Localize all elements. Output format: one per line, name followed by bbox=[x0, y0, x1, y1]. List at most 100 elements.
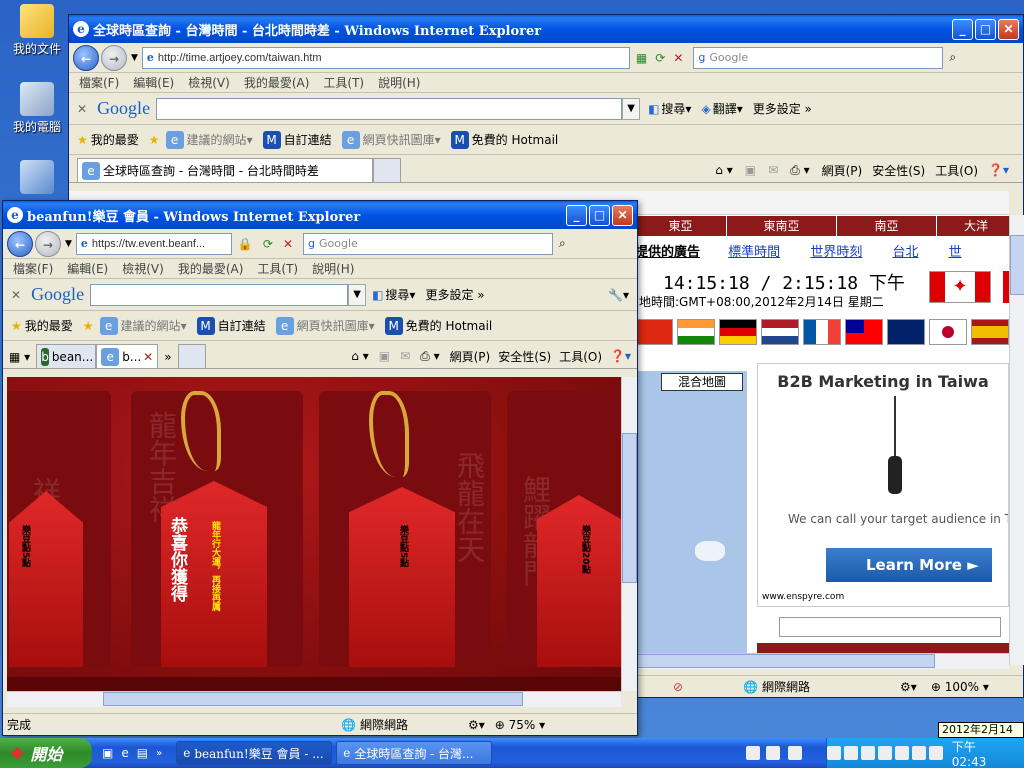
security-shield-icon[interactable] bbox=[894, 746, 909, 760]
help-tray-icon[interactable] bbox=[766, 746, 783, 763]
hybrid-map-button[interactable]: 混合地圖 bbox=[661, 373, 743, 391]
tray-icon-1[interactable] bbox=[826, 746, 841, 760]
menu-tools[interactable]: 工具(T) bbox=[323, 74, 364, 91]
zoom-control[interactable]: ⊕ 100% ▾ bbox=[931, 680, 989, 694]
fav-item-hotmail[interactable]: M 免費的 Hotmail bbox=[450, 130, 558, 149]
ad-url[interactable]: www.enspyre.com bbox=[762, 592, 844, 602]
taskbar-task-beanfun[interactable]: e beanfun!樂豆 會員 - ... bbox=[176, 741, 333, 765]
protected-mode-icon[interactable]: ⚙▾ bbox=[468, 718, 485, 732]
quicklaunch-more-icon[interactable]: » bbox=[156, 748, 162, 759]
menu-favorites[interactable]: 我的最愛(A) bbox=[178, 260, 244, 277]
start-button[interactable]: ❖ 開始 bbox=[0, 738, 92, 768]
close-tab-icon[interactable]: ✕ bbox=[143, 350, 153, 364]
google-dropdown-icon[interactable]: ▼ bbox=[348, 283, 367, 306]
ad-search-input[interactable] bbox=[779, 617, 1001, 637]
close-button[interactable]: ✕ bbox=[998, 18, 1019, 40]
refresh-icon[interactable]: ⟳ bbox=[263, 237, 273, 251]
tray-icon-2[interactable] bbox=[843, 746, 858, 760]
page-menu[interactable]: 網頁(P) bbox=[450, 348, 491, 365]
more-settings-button[interactable]: 更多設定 » bbox=[753, 100, 812, 117]
tab-world-time[interactable]: e 全球時區查詢 - 台灣時間 - 台北時間時差 bbox=[77, 158, 373, 182]
network-tray-icon[interactable] bbox=[911, 746, 926, 760]
vertical-scrollbar[interactable] bbox=[621, 377, 637, 691]
lock-icon[interactable]: 🔒 bbox=[238, 237, 253, 251]
new-tab-button[interactable] bbox=[373, 158, 401, 182]
print-icon[interactable]: ⎙ ▾ bbox=[420, 349, 439, 364]
google-search-button[interactable]: ◧ 搜尋 ▾ bbox=[648, 100, 691, 117]
menu-edit[interactable]: 編輯(E) bbox=[133, 74, 174, 91]
back-button[interactable]: ← bbox=[73, 44, 99, 71]
search-input[interactable]: g Google bbox=[303, 232, 553, 255]
link-world-clock[interactable]: 世界時刻 bbox=[810, 245, 862, 260]
fav-item-web-slice[interactable]: e 網頁快訊圖庫 ▾ bbox=[341, 130, 441, 149]
menu-view[interactable]: 檢視(V) bbox=[188, 74, 230, 91]
fav-item-hotmail[interactable]: M 免費的 Hotmail bbox=[384, 316, 492, 335]
blocked-icon[interactable]: ⊘ bbox=[673, 680, 683, 694]
menu-file[interactable]: 檔案(F) bbox=[79, 74, 119, 91]
language-tray-icon[interactable] bbox=[788, 746, 805, 763]
horizontal-scrollbar[interactable] bbox=[7, 691, 621, 707]
map-area[interactable]: 混合地圖 bbox=[635, 371, 747, 661]
taskbar-task-worldtime[interactable]: e 全球時區查詢 - 台灣... bbox=[336, 741, 493, 765]
ads-label[interactable]: 提供的廣告 bbox=[635, 245, 700, 260]
maximize-button[interactable]: □ bbox=[589, 204, 610, 226]
safety-menu[interactable]: 安全性(S) bbox=[872, 162, 925, 179]
desktop-icon-my-documents[interactable]: 我的文件 bbox=[2, 4, 72, 57]
close-toolbar-icon[interactable]: ✕ bbox=[11, 288, 21, 302]
horizontal-scrollbar[interactable] bbox=[635, 653, 1009, 669]
link-standard-time[interactable]: 標準時間 bbox=[728, 245, 780, 260]
link-more[interactable]: 世 bbox=[949, 245, 962, 260]
tray-icon-7[interactable] bbox=[928, 746, 943, 760]
lucky-card-3[interactable]: 飛龍在天 樂豆點5點 bbox=[319, 391, 491, 667]
forward-button[interactable]: → bbox=[35, 230, 61, 257]
mail-icon[interactable]: ✉ bbox=[768, 163, 778, 177]
home-icon[interactable]: ⌂ ▾ bbox=[351, 349, 368, 363]
title-bar[interactable]: e 全球時區查詢 - 台灣時間 - 台北時間時差 - Windows Inter… bbox=[69, 15, 1023, 43]
page-menu[interactable]: 網頁(P) bbox=[822, 162, 863, 179]
history-dropdown-icon[interactable]: ▼ bbox=[65, 239, 72, 249]
close-toolbar-icon[interactable]: ✕ bbox=[77, 102, 87, 116]
vertical-scrollbar[interactable] bbox=[1009, 215, 1024, 665]
help-icon[interactable]: ❓▾ bbox=[988, 163, 1009, 177]
fav-item-custom-links[interactable]: M 自訂連結 bbox=[262, 130, 332, 149]
add-favorite-icon[interactable]: ★ bbox=[83, 319, 94, 333]
menu-favorites[interactable]: 我的最愛(A) bbox=[244, 74, 310, 91]
keyboard-icon[interactable] bbox=[746, 746, 763, 763]
desktop-icon-network[interactable] bbox=[2, 160, 72, 196]
safety-menu[interactable]: 安全性(S) bbox=[498, 348, 551, 365]
refresh-icon[interactable]: ⟳ bbox=[655, 51, 665, 65]
search-input[interactable]: g Google bbox=[693, 46, 944, 69]
help-icon[interactable]: ❓▾ bbox=[610, 349, 631, 363]
quick-tabs-icon[interactable]: ▦ ▾ bbox=[9, 350, 30, 364]
back-button[interactable]: ← bbox=[7, 230, 33, 257]
mail-icon[interactable]: ✉ bbox=[400, 349, 410, 363]
address-bar[interactable]: e https://tw.event.beanf... bbox=[75, 232, 232, 255]
menu-file[interactable]: 檔案(F) bbox=[13, 260, 53, 277]
menu-tools[interactable]: 工具(T) bbox=[257, 260, 298, 277]
learn-more-button[interactable]: Learn More ► bbox=[826, 548, 992, 582]
search-go-icon[interactable]: ⌕ bbox=[559, 236, 566, 251]
history-dropdown-icon[interactable]: ▼ bbox=[131, 53, 138, 63]
ie-quicklaunch-icon[interactable]: e bbox=[121, 746, 128, 760]
maximize-button[interactable]: □ bbox=[975, 18, 996, 40]
fav-item-suggested[interactable]: e 建議的網站 ▾ bbox=[165, 130, 253, 149]
clock[interactable]: 下午 02:43 bbox=[952, 738, 1014, 768]
tab-bean-1[interactable]: b bean... bbox=[36, 344, 97, 368]
google-search-input[interactable] bbox=[90, 283, 349, 306]
ad-panel[interactable]: B2B Marketing in Taiwa We can call your … bbox=[757, 363, 1009, 607]
show-desktop-icon[interactable]: ▣ bbox=[102, 746, 113, 760]
print-icon[interactable]: ⎙ ▾ bbox=[790, 163, 809, 178]
add-favorite-icon[interactable]: ★ bbox=[149, 133, 160, 147]
tab-bean-2[interactable]: e b... ✕ bbox=[96, 344, 159, 368]
favorites-button[interactable]: ★ 我的最愛 bbox=[77, 131, 139, 148]
home-icon[interactable]: ⌂ ▾ bbox=[715, 163, 732, 177]
minimize-button[interactable]: _ bbox=[952, 18, 973, 40]
menu-help[interactable]: 說明(H) bbox=[378, 74, 420, 91]
google-dropdown-icon[interactable]: ▼ bbox=[622, 97, 641, 120]
protected-mode-icon[interactable]: ⚙▾ bbox=[900, 680, 917, 694]
region-tab[interactable]: 東亞 bbox=[635, 216, 727, 236]
lucky-card-1[interactable]: 祥龍瑞氣 樂豆點5點 bbox=[7, 391, 111, 667]
search-go-icon[interactable]: ⌕ bbox=[949, 50, 956, 65]
more-settings-button[interactable]: 更多設定 » bbox=[425, 286, 484, 303]
scroll-thumb[interactable] bbox=[622, 433, 637, 583]
